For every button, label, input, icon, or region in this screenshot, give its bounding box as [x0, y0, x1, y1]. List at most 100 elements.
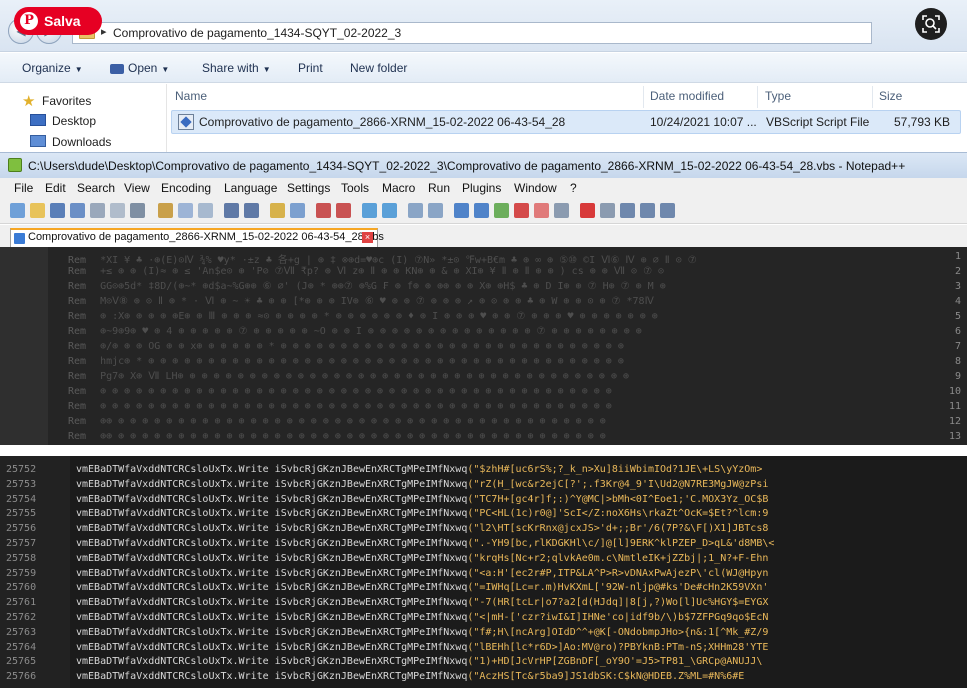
doc-map-icon[interactable]	[474, 203, 489, 218]
desktop-icon	[30, 114, 46, 126]
save-icon[interactable]	[50, 203, 65, 218]
obfuscated-string: ("l2\HT[scKrRnx@jcxJS>'d+;;Br'/6(7P?&\F[…	[467, 523, 769, 535]
new-file-icon[interactable]	[10, 203, 25, 218]
rem-comment-text: ⊕ ⊕ ⊕ ⊕ ⊕ ⊕ ⊕ ⊕ ⊕ ⊕ ⊕ ⊕ ⊕ ⊕ ⊕ ⊕ ⊕ ⊕ ⊕ ⊕ …	[100, 386, 612, 397]
write-call: vmEBaDTWfaVxddNTCRCsloUxTx.Write iSvbcRj…	[76, 523, 468, 535]
folder-workspace-icon[interactable]	[514, 203, 529, 218]
breadcrumb-arrow-icon[interactable]: ▸	[101, 25, 107, 38]
rem-keyword: Rem	[68, 401, 87, 412]
organize-menu[interactable]: Organize ▼	[22, 61, 83, 75]
function-list-icon[interactable]	[494, 203, 509, 218]
code-line: vmEBaDTWfaVxddNTCRCsloUxTx.Write iSvbcRj…	[76, 656, 762, 667]
column-date-modified[interactable]: Date modified	[650, 89, 724, 103]
column-separator	[872, 86, 873, 108]
code-line: vmEBaDTWfaVxddNTCRCsloUxTx.Write iSvbcRj…	[76, 597, 768, 608]
menu-language[interactable]: Language	[224, 181, 277, 195]
write-call: vmEBaDTWfaVxddNTCRCsloUxTx.Write iSvbcRj…	[76, 612, 468, 623]
obfuscated-string: ("PC<HL(1c)r0@]'ScI</Z:noX6Hs\rkaZt^OcK=…	[467, 508, 769, 520]
menu-file[interactable]: File	[14, 181, 33, 195]
editor-bottom[interactable]: 25752 vmEBaDTWfaVxddNTCRCsloUxTx.Write iS…	[0, 456, 967, 688]
write-call: vmEBaDTWfaVxddNTCRCsloUxTx.Write iSvbcRj…	[76, 626, 468, 638]
menu-edit[interactable]: Edit	[45, 181, 66, 195]
column-name[interactable]: Name	[175, 89, 207, 103]
code-line: vmEBaDTWfaVxddNTCRCsloUxTx.Write iSvbcRj…	[76, 508, 768, 519]
pinterest-save-button[interactable]: P Salva	[14, 7, 102, 35]
close-file-icon[interactable]	[90, 203, 105, 218]
code-line: vmEBaDTWfaVxddNTCRCsloUxTx.Write iSvbcRj…	[76, 582, 768, 593]
line-number: 25753	[6, 478, 37, 490]
copy-icon[interactable]	[178, 203, 193, 218]
redo-icon[interactable]	[244, 203, 259, 218]
word-wrap-icon[interactable]	[408, 203, 423, 218]
editor-top[interactable]: 1 Rem *XI ¥ ♣ ·⊕(E)⊙Ⅳ ¾% ♥y* ·±z ♣ 各+g | ⊕…	[0, 247, 967, 445]
find-icon[interactable]	[270, 203, 285, 218]
explorer-window: ◀ ▶ ▸ Comprovativo de pagamento_1434-SQY…	[0, 0, 967, 152]
share-with-menu[interactable]: Share with ▼	[202, 61, 271, 75]
show-all-chars-icon[interactable]	[428, 203, 443, 218]
cut-icon[interactable]	[158, 203, 173, 218]
line-number: 25757	[6, 538, 37, 549]
monitoring-icon[interactable]	[534, 203, 549, 218]
menu-macro[interactable]: Macro	[382, 181, 415, 195]
print-icon[interactable]	[130, 203, 145, 218]
run-macro-multiple-icon[interactable]	[640, 203, 655, 218]
replace-icon[interactable]	[290, 203, 305, 218]
record-macro-icon[interactable]	[580, 203, 595, 218]
menu-encoding[interactable]: Encoding	[161, 181, 211, 195]
save-all-icon[interactable]	[70, 203, 85, 218]
rem-keyword: Rem	[68, 371, 87, 382]
indent-guide-icon[interactable]	[454, 203, 469, 218]
rem-keyword: Rem	[68, 281, 87, 292]
rem-keyword: Rem	[68, 255, 87, 266]
rem-comment-text: ⊕⊕ ⊕ ⊕ ⊕ ⊕ ⊕ ⊕ ⊕ ⊕ ⊕ ⊕ ⊕ ⊕ ⊕ ⊕ ⊕ ⊕ ⊕ ⊕ ⊕…	[100, 431, 606, 442]
line-number: 25754	[6, 493, 37, 505]
zoom-in-icon[interactable]	[316, 203, 331, 218]
file-tab[interactable]: Comprovativo de pagamento_2866-XRNM_15-0…	[10, 228, 384, 247]
menu-search[interactable]: Search	[77, 181, 115, 195]
open-menu[interactable]: Open ▼	[110, 61, 169, 75]
write-call: vmEBaDTWfaVxddNTCRCsloUxTx.Write iSvbcRj…	[76, 656, 468, 668]
code-line: vmEBaDTWfaVxddNTCRCsloUxTx.Write iSvbcRj…	[76, 671, 744, 682]
obfuscated-string: ("-7(HR[tcLr|o7?a2[d(HJdq]|8[j,?)Wo[l]Uc…	[467, 597, 769, 609]
explorer-address-row: ◀ ▶ ▸ Comprovativo de pagamento_1434-SQY…	[0, 0, 967, 52]
menu-run[interactable]: Run	[428, 181, 450, 195]
line-number: 25763	[6, 626, 37, 638]
new-folder-button[interactable]: New folder	[350, 61, 407, 75]
code-line: vmEBaDTWfaVxddNTCRCsloUxTx.Write iSvbcRj…	[76, 627, 768, 638]
menu-tools[interactable]: Tools	[341, 181, 369, 195]
image-divider	[0, 445, 967, 456]
write-call: vmEBaDTWfaVxddNTCRCsloUxTx.Write iSvbcRj…	[76, 478, 468, 490]
nav-favorites[interactable]: ★ Favorites	[22, 93, 91, 110]
close-all-icon[interactable]	[110, 203, 125, 218]
zoom-out-icon[interactable]	[336, 203, 351, 218]
nav-downloads[interactable]: Downloads	[30, 135, 111, 149]
sync-h-icon[interactable]	[382, 203, 397, 218]
menu-help[interactable]: ?	[570, 181, 577, 195]
column-size[interactable]: Size	[879, 89, 902, 103]
menu-plugins[interactable]: Plugins	[462, 181, 501, 195]
sync-v-icon[interactable]	[362, 203, 377, 218]
menu-settings[interactable]: Settings	[287, 181, 330, 195]
code-line: Rem ⊕ ⊕ ⊕ ⊕ ⊕ ⊕ ⊕ ⊕ ⊕ ⊕ ⊕ ⊕ ⊕ ⊕ ⊕ ⊕ ⊕ ⊕ ⊕…	[68, 386, 612, 397]
menu-bar: File Edit Search View Encoding Language …	[0, 178, 967, 198]
open-file-icon[interactable]	[30, 203, 45, 218]
print-button[interactable]: Print	[298, 61, 323, 75]
line-number: 25762	[6, 612, 37, 623]
rem-keyword: Rem	[68, 431, 87, 442]
save-macro-icon[interactable]	[660, 203, 675, 218]
nav-desktop[interactable]: Desktop	[30, 114, 96, 128]
column-type[interactable]: Type	[765, 89, 791, 103]
stop-macro-icon[interactable]	[600, 203, 615, 218]
close-tab-icon[interactable]: ×	[362, 232, 373, 243]
file-row[interactable]: Comprovativo de pagamento_2866-XRNM_15-0…	[171, 110, 961, 134]
visual-search-button[interactable]	[915, 8, 947, 40]
paste-icon[interactable]	[198, 203, 213, 218]
address-bar[interactable]: ▸ Comprovativo de pagamento_1434-SQYT_02…	[72, 22, 872, 44]
menu-view[interactable]: View	[124, 181, 150, 195]
rem-keyword: Rem	[68, 296, 87, 307]
eye-icon[interactable]	[554, 203, 569, 218]
play-macro-icon[interactable]	[620, 203, 635, 218]
undo-icon[interactable]	[224, 203, 239, 218]
downloads-icon	[30, 135, 46, 147]
menu-window[interactable]: Window	[514, 181, 557, 195]
